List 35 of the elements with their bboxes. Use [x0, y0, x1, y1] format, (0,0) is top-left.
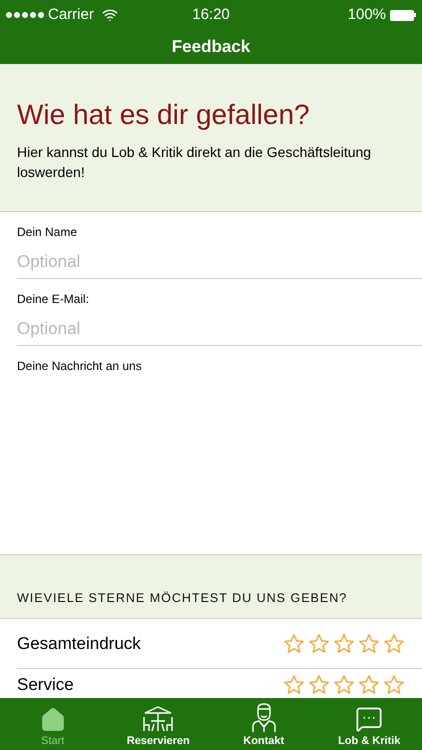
- tab[interactable]: Kontakt: [211, 698, 316, 750]
- rating-label: Service: [17, 674, 75, 696]
- tab[interactable]: Reservieren: [106, 698, 211, 750]
- clock: 16:20: [191, 4, 231, 25]
- star-icon[interactable]: [283, 632, 305, 654]
- chat-icon: [355, 704, 384, 732]
- field-label: Deine Nachricht an uns: [17, 358, 143, 375]
- patio-table-icon: [141, 704, 176, 732]
- field-label: Deine E-Mail:: [17, 291, 90, 308]
- input-field[interactable]: Optional: [17, 316, 405, 342]
- star-icon[interactable]: [308, 632, 330, 654]
- wifi-icon: [102, 7, 118, 23]
- input-field[interactable]: Optional: [17, 249, 405, 274]
- intro-text: Hier kannst du Lob & Kritik direkt an die Geschäftsleitung loswerden!: [17, 143, 372, 182]
- carrier-name: Carrier: [48, 4, 94, 25]
- star-icon[interactable]: [358, 632, 380, 654]
- star-icon[interactable]: [383, 674, 405, 696]
- signal-icon: [6, 12, 44, 18]
- section-title: WIEVIELE STERNE MÖCHTEST DU UNS GEBEN?: [17, 590, 348, 608]
- intro-title: Wie hat es dir gefallen?: [17, 98, 311, 132]
- home-icon: [40, 706, 66, 732]
- tab[interactable]: Lob & Kritik: [316, 698, 422, 750]
- screen-title: Feedback: [172, 36, 250, 58]
- rating-label: Gesamteindruck: [17, 632, 142, 654]
- star-icon[interactable]: [283, 674, 305, 696]
- star-icon[interactable]: [358, 674, 380, 696]
- star-icon[interactable]: [333, 632, 355, 654]
- star-icon[interactable]: [333, 674, 355, 696]
- star-icon[interactable]: [308, 674, 330, 696]
- tab[interactable]: Start: [0, 698, 106, 750]
- battery-icon: [390, 10, 416, 20]
- field-label: Dein Name: [17, 224, 78, 241]
- battery-percent: 100%: [348, 4, 386, 25]
- waiter-icon: [250, 702, 278, 732]
- star-icon[interactable]: [383, 632, 405, 654]
